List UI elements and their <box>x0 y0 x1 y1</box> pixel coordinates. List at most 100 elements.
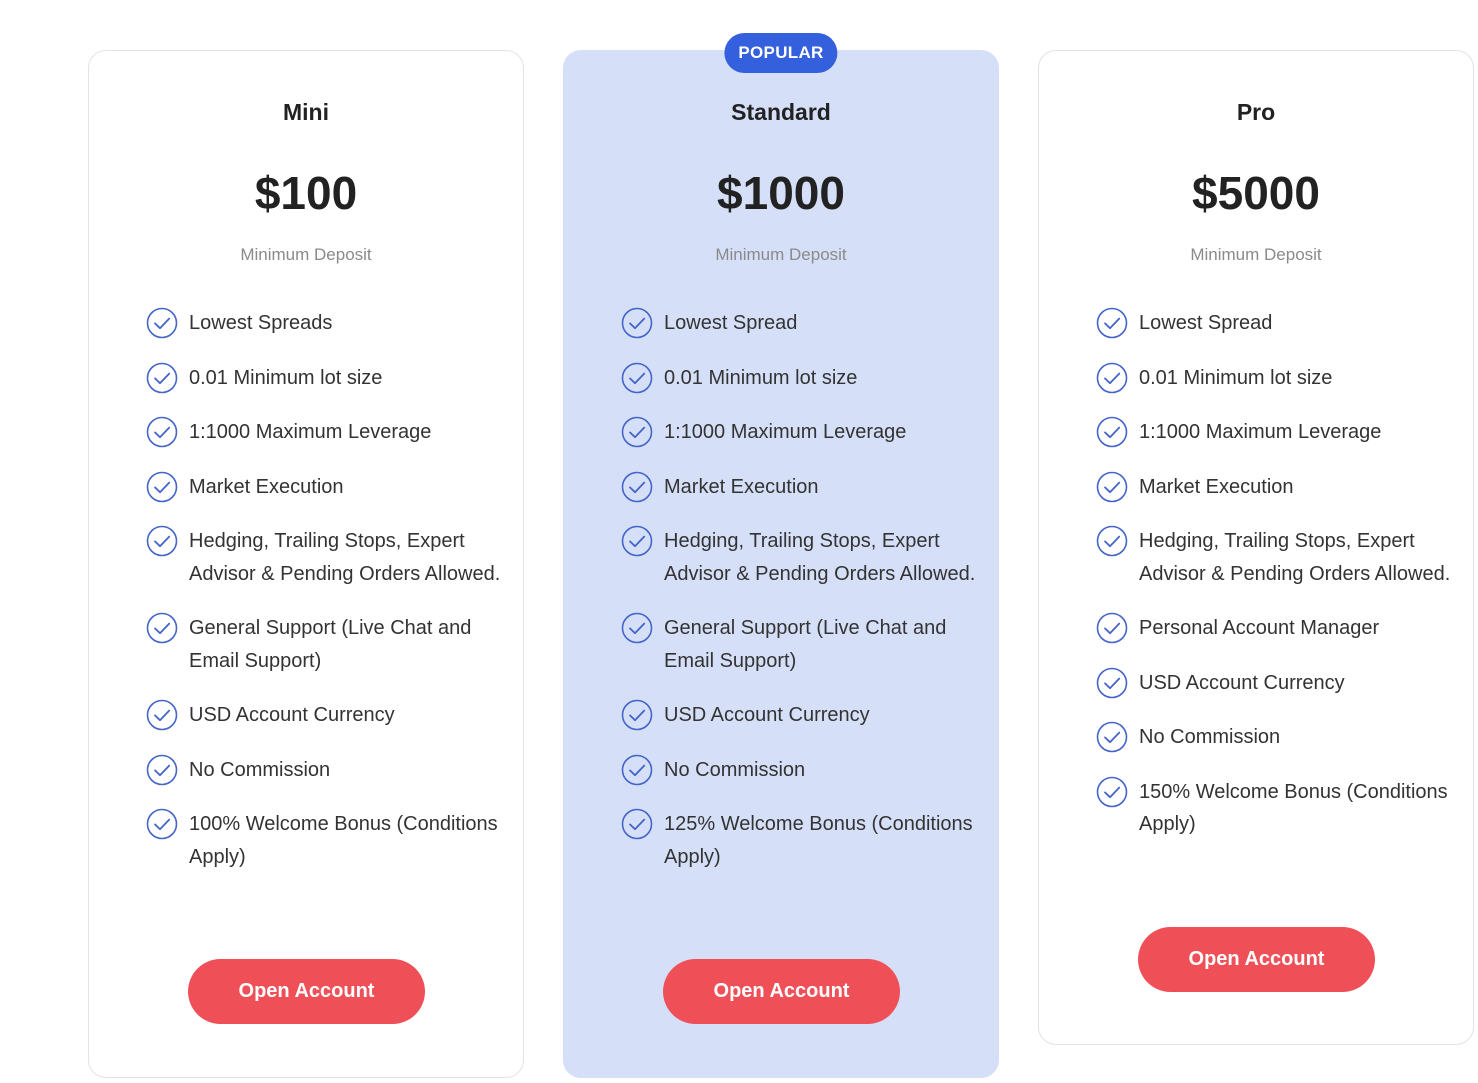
feature-item: General Support (Live Chat and Email Sup… <box>146 612 503 677</box>
feature-list: Lowest Spreads 0.01 Minimum lot size 1:1… <box>146 307 503 895</box>
check-circle-icon <box>146 307 178 339</box>
plan-price: $1000 <box>717 167 845 219</box>
plan-price: $100 <box>254 167 358 219</box>
feature-item: 0.01 Minimum lot size <box>1096 362 1453 395</box>
check-circle-icon <box>1096 416 1128 448</box>
feature-item: Personal Account Manager <box>1096 612 1453 645</box>
feature-item: 1:1000 Maximum Leverage <box>1096 416 1453 449</box>
feature-text: Lowest Spreads <box>189 312 333 334</box>
check-circle-icon <box>621 416 653 448</box>
feature-item: USD Account Currency <box>1096 667 1453 700</box>
popular-badge: POPULAR <box>724 33 838 73</box>
feature-text: No Commission <box>1139 726 1281 748</box>
check-circle-icon <box>1096 362 1128 394</box>
feature-item: Hedging, Trailing Stops, Expert Advisor … <box>621 525 978 590</box>
feature-text: Hedging, Trailing Stops, Expert Advisor … <box>664 530 976 585</box>
feature-text: 1:1000 Maximum Leverage <box>664 421 907 443</box>
feature-item: Lowest Spread <box>1096 307 1453 340</box>
plan-name: Standard <box>731 99 831 125</box>
feature-text: Market Execution <box>1139 475 1294 498</box>
feature-text: Lowest Spread <box>664 312 798 334</box>
plan-price: $5000 <box>1192 167 1320 219</box>
check-circle-icon <box>146 471 178 503</box>
feature-item: 1:1000 Maximum Leverage <box>621 416 978 449</box>
check-circle-icon <box>146 612 178 644</box>
feature-item: Market Execution <box>146 471 503 504</box>
feature-text: Personal Account Manager <box>1139 617 1380 639</box>
feature-item: USD Account Currency <box>146 699 503 732</box>
feature-text: Market Execution <box>189 475 344 498</box>
feature-text: 100% Welcome Bonus (Conditions Apply) <box>189 813 498 868</box>
feature-text: 0.01 Minimum lot size <box>664 366 858 389</box>
feature-text: 1:1000 Maximum Leverage <box>189 421 432 443</box>
feature-text: General Support (Live Chat and Email Sup… <box>189 617 472 672</box>
feature-item: 1:1000 Maximum Leverage <box>146 416 503 449</box>
feature-text: 125% Welcome Bonus (Conditions Apply) <box>664 813 973 868</box>
feature-text: Hedging, Trailing Stops, Expert Advisor … <box>1139 530 1451 585</box>
feature-item: No Commission <box>621 754 978 787</box>
check-circle-icon <box>621 699 653 731</box>
check-circle-icon <box>621 525 653 557</box>
feature-text: Lowest Spread <box>1139 312 1273 334</box>
feature-text: 1:1000 Maximum Leverage <box>1139 421 1382 443</box>
feature-text: Market Execution <box>664 475 819 498</box>
check-circle-icon <box>1096 471 1128 503</box>
feature-item: 0.01 Minimum lot size <box>621 362 978 395</box>
feature-item: Market Execution <box>621 471 978 504</box>
check-circle-icon <box>621 471 653 503</box>
check-circle-icon <box>1096 307 1128 339</box>
feature-text: USD Account Currency <box>664 704 870 726</box>
check-circle-icon <box>146 754 178 786</box>
feature-item: General Support (Live Chat and Email Sup… <box>621 612 978 677</box>
feature-item: Lowest Spread <box>621 307 978 340</box>
feature-list: Lowest Spread 0.01 Minimum lot size 1:10… <box>1096 307 1453 863</box>
check-circle-icon <box>146 699 178 731</box>
feature-text: USD Account Currency <box>1139 671 1345 694</box>
feature-item: 150% Welcome Bonus (Conditions Apply) <box>1096 776 1453 841</box>
feature-item: 125% Welcome Bonus (Conditions Apply) <box>621 808 978 873</box>
feature-item: Market Execution <box>1096 471 1453 504</box>
feature-item: 100% Welcome Bonus (Conditions Apply) <box>146 808 503 873</box>
check-circle-icon <box>1096 721 1128 753</box>
check-circle-icon <box>146 808 178 840</box>
feature-text: No Commission <box>189 758 331 781</box>
feature-item: Lowest Spreads <box>146 307 503 340</box>
feature-text: USD Account Currency <box>189 704 395 726</box>
check-circle-icon <box>1096 612 1128 644</box>
check-circle-icon <box>621 307 653 339</box>
feature-text: Hedging, Trailing Stops, Expert Advisor … <box>189 530 501 585</box>
plan-card-mini: Mini $100 Minimum Deposit Lowest Spreads… <box>88 50 524 1078</box>
check-circle-icon <box>621 808 653 840</box>
feature-item: 0.01 Minimum lot size <box>146 362 503 395</box>
feature-item: Hedging, Trailing Stops, Expert Advisor … <box>1096 525 1453 590</box>
open-account-button[interactable]: Open Account <box>663 959 900 1024</box>
plan-card-pro: Pro $5000 Minimum Deposit Lowest Spread … <box>1038 50 1474 1045</box>
check-circle-icon <box>621 362 653 394</box>
price-caption: Minimum Deposit <box>1190 245 1322 264</box>
check-circle-icon <box>146 362 178 394</box>
feature-text: No Commission <box>664 758 806 781</box>
feature-text: 0.01 Minimum lot size <box>1139 366 1333 389</box>
feature-item: No Commission <box>146 754 503 787</box>
feature-item: Hedging, Trailing Stops, Expert Advisor … <box>146 525 503 590</box>
check-circle-icon <box>621 612 653 644</box>
check-circle-icon <box>621 754 653 786</box>
feature-text: 150% Welcome Bonus (Conditions Apply) <box>1139 780 1448 836</box>
check-circle-icon <box>146 525 178 557</box>
feature-item: USD Account Currency <box>621 699 978 732</box>
open-account-button[interactable]: Open Account <box>1138 927 1375 992</box>
open-account-button[interactable]: Open Account <box>188 959 425 1024</box>
plan-card-standard: POPULAR Standard $1000 Minimum Deposit L… <box>563 33 999 1078</box>
check-circle-icon <box>146 416 178 448</box>
plan-name: Pro <box>1236 99 1276 125</box>
price-caption: Minimum Deposit <box>715 245 847 264</box>
feature-item: No Commission <box>1096 721 1453 754</box>
feature-list: Lowest Spread 0.01 Minimum lot size 1:10… <box>621 307 978 895</box>
feature-text: General Support (Live Chat and Email Sup… <box>664 617 947 672</box>
check-circle-icon <box>1096 525 1128 557</box>
feature-text: 0.01 Minimum lot size <box>189 366 383 389</box>
check-circle-icon <box>1096 776 1128 808</box>
plan-name: Mini <box>283 99 329 125</box>
price-caption: Minimum Deposit <box>240 245 372 264</box>
check-circle-icon <box>1096 667 1128 699</box>
